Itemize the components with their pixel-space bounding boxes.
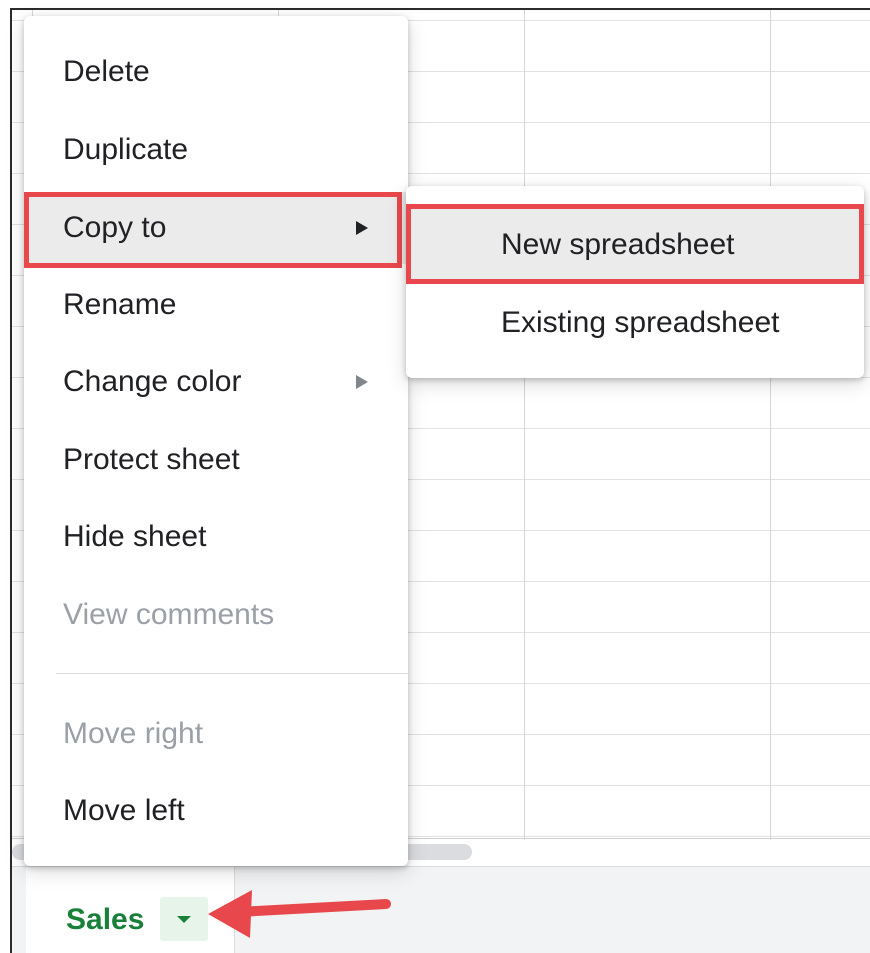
menu-item-change-color[interactable]: Change color bbox=[24, 346, 408, 418]
submenu-item-new-spreadsheet[interactable]: New spreadsheet bbox=[406, 206, 864, 284]
sheet-context-menu: Delete Duplicate Copy to Rename Change c… bbox=[24, 16, 408, 866]
sheet-tab-label: Sales bbox=[66, 903, 145, 936]
sheet-tab-bar: Sales bbox=[12, 866, 870, 953]
menu-item-duplicate[interactable]: Duplicate bbox=[24, 114, 408, 186]
red-arrow-icon bbox=[208, 890, 391, 938]
menu-item-label: Protect sheet bbox=[63, 443, 240, 476]
menu-item-label: Change color bbox=[63, 365, 242, 398]
menu-item-rename[interactable]: Rename bbox=[24, 269, 408, 341]
menu-item-label: Duplicate bbox=[63, 133, 189, 166]
menu-item-label: Move right bbox=[63, 717, 204, 750]
triangle-right-icon bbox=[356, 221, 368, 235]
menu-divider bbox=[56, 673, 408, 674]
menu-item-label: Delete bbox=[63, 55, 150, 88]
menu-item-copy-to[interactable]: Copy to bbox=[24, 192, 408, 264]
menu-item-move-left[interactable]: Move left bbox=[24, 775, 408, 847]
menu-item-label: View comments bbox=[63, 598, 275, 631]
caret-down-icon bbox=[177, 916, 191, 923]
menu-item-label: Move left bbox=[63, 794, 185, 827]
triangle-right-icon bbox=[356, 375, 368, 389]
menu-item-view-comments: View comments bbox=[24, 579, 408, 651]
menu-item-label: Existing spreadsheet bbox=[501, 306, 780, 339]
menu-item-delete[interactable]: Delete bbox=[24, 36, 408, 108]
menu-item-label: New spreadsheet bbox=[501, 228, 735, 261]
menu-item-hide-sheet[interactable]: Hide sheet bbox=[24, 501, 408, 573]
menu-item-label: Hide sheet bbox=[63, 520, 207, 553]
menu-item-move-right: Move right bbox=[24, 698, 408, 770]
menu-item-label: Copy to bbox=[63, 211, 167, 244]
menu-item-label: Rename bbox=[63, 288, 177, 321]
submenu-item-existing-spreadsheet[interactable]: Existing spreadsheet bbox=[406, 284, 864, 362]
copy-to-submenu: New spreadsheet Existing spreadsheet bbox=[406, 186, 864, 378]
menu-item-protect-sheet[interactable]: Protect sheet bbox=[24, 424, 408, 496]
